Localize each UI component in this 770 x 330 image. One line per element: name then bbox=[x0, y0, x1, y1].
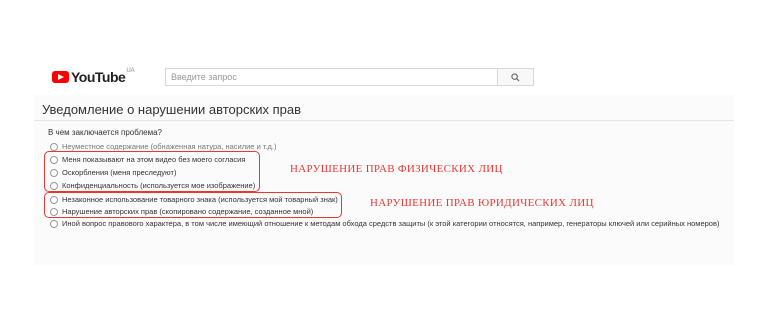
logo-region: UA bbox=[126, 68, 135, 74]
option-label: Неуместное содержание (обнаженная натура… bbox=[62, 142, 277, 151]
annotation-legal-entities: НАРУШЕНИЕ ПРАВ ЮРИДИЧЕСКИХ ЛИЦ bbox=[370, 197, 594, 209]
option-other-legal[interactable]: Иной вопрос правового характера, в том ч… bbox=[50, 219, 719, 228]
search-icon bbox=[511, 72, 520, 82]
radio-button[interactable] bbox=[50, 219, 58, 228]
highlight-box-legal-entities bbox=[44, 192, 342, 218]
highlight-box-individuals bbox=[44, 151, 260, 192]
divider bbox=[34, 120, 734, 121]
option-label: Иной вопрос правового характера, в том ч… bbox=[62, 219, 720, 228]
header: YouTube UA Введите запрос bbox=[0, 58, 770, 94]
annotation-individuals: НАРУШЕНИЕ ПРАВ ФИЗИЧЕСКИХ ЛИЦ bbox=[290, 163, 503, 175]
page-title: Уведомление о нарушении авторских прав bbox=[42, 102, 301, 117]
search-button[interactable] bbox=[498, 68, 534, 86]
radio-button[interactable] bbox=[50, 142, 58, 151]
logo-text: YouTube bbox=[71, 69, 126, 85]
question-label: В чем заключается проблема? bbox=[48, 128, 162, 137]
youtube-logo-icon bbox=[52, 71, 69, 83]
option-inappropriate[interactable]: Неуместное содержание (обнаженная натура… bbox=[50, 142, 276, 151]
search-input[interactable]: Введите запрос bbox=[165, 68, 498, 86]
youtube-logo[interactable]: YouTube UA bbox=[52, 68, 135, 86]
